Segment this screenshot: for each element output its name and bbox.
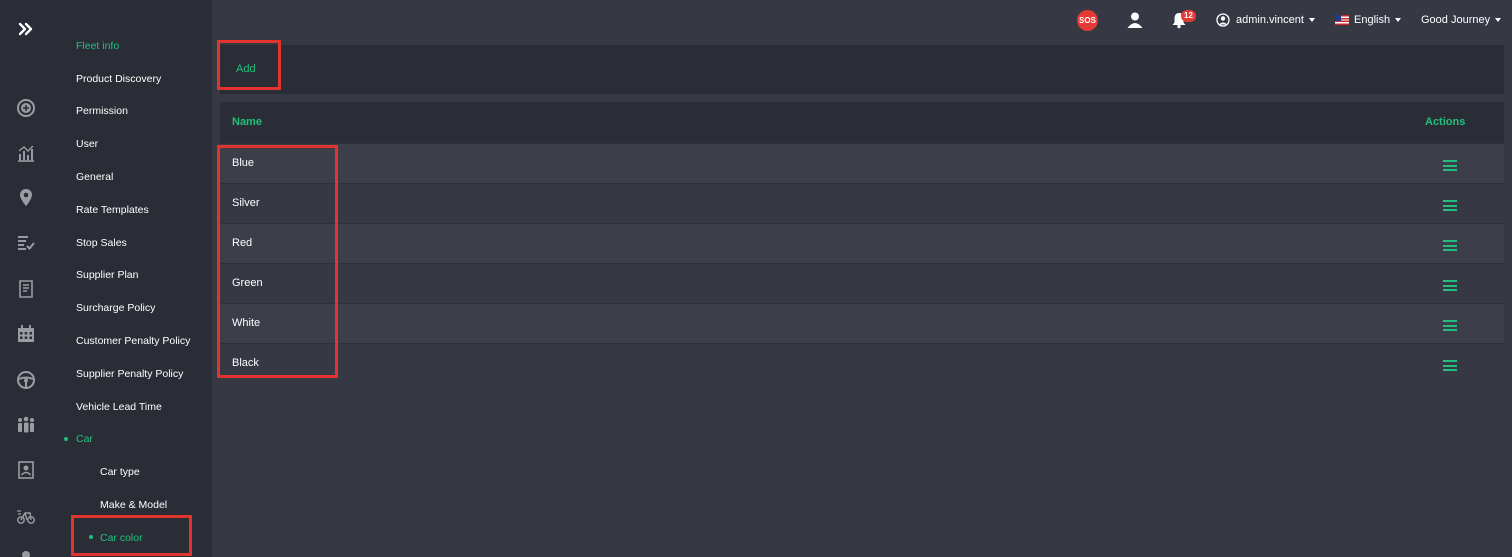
chevron-down-icon xyxy=(1395,18,1402,22)
icon-rail xyxy=(0,0,52,557)
bike-icon[interactable] xyxy=(12,502,40,530)
user-icon[interactable] xyxy=(12,545,40,557)
add-button[interactable]: Add xyxy=(236,63,256,75)
table-row[interactable]: Silver xyxy=(220,183,1504,223)
sidebar-subitem-car-type[interactable]: Car type xyxy=(100,466,140,478)
chevron-down-icon xyxy=(1308,18,1315,22)
actions-menu-icon[interactable] xyxy=(1443,160,1457,171)
sidebar-item-fleet-info[interactable]: Fleet info xyxy=(76,40,119,52)
table-row[interactable]: Blue xyxy=(220,143,1504,183)
language-selector[interactable]: English xyxy=(1335,0,1402,40)
actions-menu-icon[interactable] xyxy=(1443,280,1457,291)
row-name: Green xyxy=(232,277,263,289)
actions-menu-icon[interactable] xyxy=(1443,240,1457,251)
expand-icon[interactable] xyxy=(12,15,40,43)
analytics-icon[interactable] xyxy=(12,139,40,167)
actions-menu-icon[interactable] xyxy=(1443,320,1457,331)
company-selector[interactable]: Good Journey xyxy=(1421,0,1502,40)
sidebar-subitem-car-color[interactable]: Car color xyxy=(100,532,143,544)
table-row[interactable]: Red xyxy=(220,223,1504,263)
row-name: Black xyxy=(232,357,259,369)
driver-icon[interactable] xyxy=(1126,0,1144,40)
us-flag-icon xyxy=(1335,15,1349,25)
car-color-table: Name Actions Blue Silver Red Green White… xyxy=(220,102,1504,383)
row-name: White xyxy=(232,317,261,329)
contact-card-icon[interactable] xyxy=(12,456,40,484)
sidebar-item-supplier-plan[interactable]: Supplier Plan xyxy=(76,269,138,281)
account-icon xyxy=(1216,13,1230,27)
table-row[interactable]: Green xyxy=(220,263,1504,303)
table-row[interactable]: White xyxy=(220,303,1504,343)
toolbar: Add xyxy=(220,45,1504,94)
row-name: Silver xyxy=(232,197,260,209)
steering-wheel-icon[interactable] xyxy=(12,366,40,394)
sidebar-item-vehicle-lead-time[interactable]: Vehicle Lead Time xyxy=(76,401,162,413)
actions-menu-icon[interactable] xyxy=(1443,360,1457,371)
checklist-icon[interactable] xyxy=(12,229,40,257)
column-header-actions: Actions xyxy=(1425,116,1466,128)
sidebar-subitem-make-model[interactable]: Make & Model xyxy=(100,499,167,511)
add-circle-icon[interactable] xyxy=(12,94,40,122)
notification-button[interactable]: 12 xyxy=(1170,0,1196,40)
sidebar-item-stop-sales[interactable]: Stop Sales xyxy=(76,237,127,249)
notification-badge: 12 xyxy=(1181,10,1196,22)
row-name: Red xyxy=(232,237,253,249)
row-name: Blue xyxy=(232,157,255,169)
location-icon[interactable] xyxy=(12,184,40,212)
language-label: English xyxy=(1354,14,1391,26)
calendar-icon[interactable] xyxy=(12,320,40,348)
user-menu[interactable]: admin.vincent xyxy=(1216,0,1315,40)
top-bar: SOS 12 admin.vincent English Good Journe… xyxy=(212,0,1512,40)
table-row[interactable]: Black xyxy=(220,343,1504,383)
actions-menu-icon[interactable] xyxy=(1443,200,1457,211)
company-label: Good Journey xyxy=(1421,14,1491,26)
chevron-down-icon xyxy=(1495,18,1502,22)
table-header: Name Actions xyxy=(220,102,1504,143)
username: admin.vincent xyxy=(1236,14,1304,26)
receipt-icon[interactable] xyxy=(12,275,40,303)
sidebar-item-rate-templates[interactable]: Rate Templates xyxy=(76,204,149,216)
group-icon[interactable] xyxy=(12,411,40,439)
sidebar-item-car[interactable]: Car xyxy=(76,433,93,445)
sidebar-item-supplier-penalty-policy[interactable]: Supplier Penalty Policy xyxy=(76,368,183,380)
sidebar-item-user[interactable]: User xyxy=(76,138,98,150)
sos-button[interactable]: SOS xyxy=(1077,0,1098,40)
sos-icon: SOS xyxy=(1077,9,1098,31)
sidebar-item-surcharge-policy[interactable]: Surcharge Policy xyxy=(76,302,155,314)
sidebar-item-product-discovery[interactable]: Product Discovery xyxy=(76,73,161,85)
sidebar-menu: Fleet info Product Discovery Permission … xyxy=(52,0,212,557)
sidebar-item-general[interactable]: General xyxy=(76,171,113,183)
sidebar-item-customer-penalty-policy[interactable]: Customer Penalty Policy xyxy=(76,335,190,347)
active-dot xyxy=(64,437,68,441)
sidebar-item-permission[interactable]: Permission xyxy=(76,105,128,117)
column-header-name: Name xyxy=(232,116,262,128)
active-dot xyxy=(89,535,93,539)
